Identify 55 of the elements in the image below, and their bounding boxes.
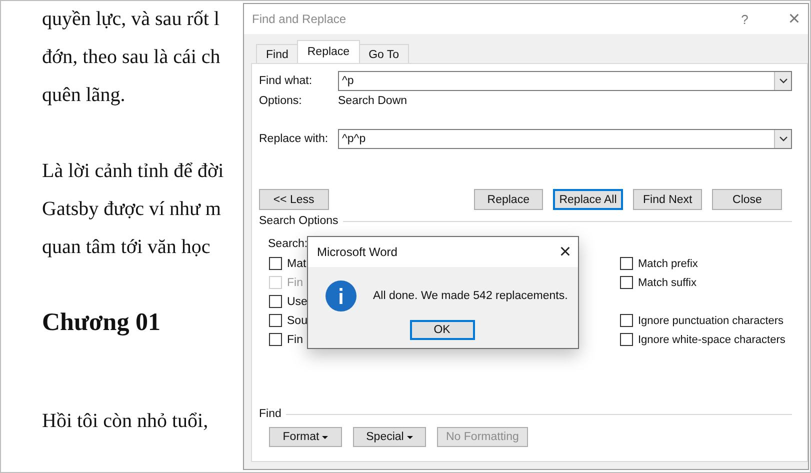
section-heading: Find (259, 408, 282, 420)
checkbox-label: Fin (287, 334, 303, 346)
dropdown-icon[interactable] (774, 72, 791, 90)
checkbox[interactable] (269, 257, 282, 270)
close-button[interactable]: × (559, 240, 571, 264)
field-label: Options: (259, 95, 303, 107)
checkbox[interactable] (620, 257, 633, 270)
field-label: Search: (268, 238, 309, 250)
window-title: Find and Replace (252, 12, 348, 26)
checkbox-label: Mat (287, 258, 306, 270)
checkbox[interactable] (620, 276, 633, 289)
tab[interactable]: Go To (358, 44, 410, 63)
checkbox-label: Match suffix (638, 276, 696, 288)
document-text: quan tâm tới văn học (42, 235, 210, 260)
dialog-button[interactable]: Find Next (632, 189, 702, 210)
dialog-button[interactable]: Format (269, 427, 342, 447)
tab[interactable]: Replace (297, 40, 360, 63)
checkbox-label: Fin (287, 276, 303, 288)
dialog-button[interactable]: << Less (259, 189, 329, 210)
checkbox[interactable] (620, 314, 633, 327)
checkbox-label: Match prefix (638, 258, 698, 270)
message-text: All done. We made 542 replacements. (373, 290, 568, 302)
ok-button[interactable]: OK (410, 320, 474, 340)
checkbox[interactable] (620, 333, 633, 346)
checkbox-label: Ignore white-space characters (638, 334, 786, 346)
tab[interactable]: Find (256, 44, 298, 63)
document-text: quyền lực, và sau rốt l (42, 7, 220, 32)
document-text: Là lời cảnh tỉnh để đời (42, 159, 224, 184)
chapter-heading: Chương 01 (42, 308, 160, 338)
field-label: Replace with: (259, 133, 330, 145)
document-text: Gatsby được ví như m (42, 197, 221, 222)
document-text: đớn, theo sau là cái ch (42, 45, 220, 70)
document-text: Hồi tôi còn nhỏ tuổi, (42, 409, 208, 434)
checkbox[interactable] (269, 295, 282, 308)
dropdown-icon[interactable] (774, 130, 791, 148)
checkbox-label: Ignore punctuation characters (638, 314, 784, 326)
window-title: Microsoft Word (317, 245, 398, 259)
checkbox-label: Use (287, 296, 308, 308)
checkbox-label: Sou (287, 314, 308, 326)
options-value: Search Down (338, 95, 408, 107)
info-icon (325, 280, 357, 312)
close-button[interactable]: × (788, 9, 800, 29)
dialog-button[interactable]: Close (712, 189, 782, 210)
field-label: Find what: (259, 75, 314, 87)
input-field[interactable]: ^p^p (338, 129, 792, 149)
help-button[interactable]: ? (741, 12, 748, 26)
section-heading: Search Options (259, 215, 338, 227)
input-field[interactable]: ^p (338, 71, 792, 91)
checkbox[interactable] (269, 333, 282, 346)
dialog-button[interactable]: Replace All (553, 189, 623, 210)
dialog-button[interactable]: Special (353, 427, 426, 447)
dialog-button[interactable]: Replace (474, 189, 544, 210)
dialog-button: No Formatting (437, 427, 528, 447)
checkbox[interactable] (269, 314, 282, 327)
document-text: quên lãng. (42, 83, 126, 108)
